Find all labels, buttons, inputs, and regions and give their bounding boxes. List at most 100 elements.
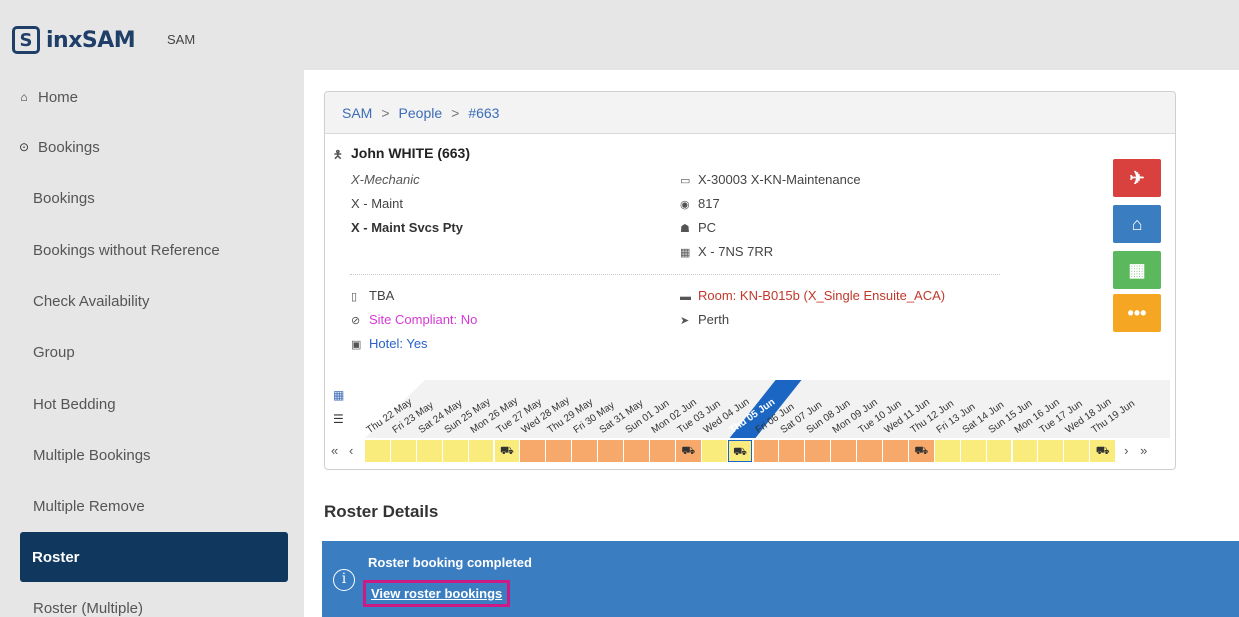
transport-car-icon[interactable]: ⛟ xyxy=(908,440,934,462)
breadcrumb: SAM > People > #663 xyxy=(325,92,1175,134)
room-row: ▬ Room: KN-B015b (X_Single Ensuite_ACA) xyxy=(680,288,945,303)
person-name-row: 🯅 John WHITE (663) xyxy=(333,145,470,165)
calendar-view-icon[interactable]: ▦ xyxy=(333,388,344,402)
accommodation-button[interactable]: ⌂ xyxy=(1113,205,1161,243)
breadcrumb-sam[interactable]: SAM xyxy=(342,105,372,121)
ellipsis-icon: ••• xyxy=(1127,302,1147,323)
roster-day-cell[interactable] xyxy=(1038,440,1064,462)
roster-day-cell[interactable] xyxy=(572,440,598,462)
person-panel: SAM > People > #663 🯅 John WHITE (663) X-… xyxy=(324,91,1176,470)
roster-day-cell[interactable] xyxy=(365,440,390,462)
info-icon: i xyxy=(333,569,355,591)
location-row: ➤ Perth xyxy=(680,312,729,327)
last-page-button[interactable]: » xyxy=(1140,440,1147,462)
roster-day-cell[interactable] xyxy=(520,440,546,462)
roster-row: ▦ X - 7NS 7RR xyxy=(680,244,773,259)
roster-day-cell[interactable] xyxy=(805,440,831,462)
hotel-row: ▣ Hotel: Yes xyxy=(351,336,428,351)
roster-alert: i Roster booking completed View roster b… xyxy=(322,541,1239,617)
roster-day-cell[interactable] xyxy=(468,440,494,462)
divider xyxy=(350,274,1000,275)
sidebar-item-label: Roster (Multiple) xyxy=(33,599,144,617)
sidebar-item-home[interactable]: ⌂ Home xyxy=(0,75,300,119)
person-icon: 🯅 xyxy=(333,149,343,161)
roster-day-cell[interactable] xyxy=(883,440,908,462)
first-page-button[interactable]: « xyxy=(331,440,338,462)
roster-day-cell[interactable] xyxy=(701,440,727,462)
transport-car-icon[interactable]: ⛟ xyxy=(675,440,701,462)
sidebar-item-bookings-without-reference[interactable]: Bookings without Reference xyxy=(0,228,300,272)
roster-day-cell[interactable] xyxy=(960,440,986,462)
sidebar-item-label: Multiple Remove xyxy=(33,497,145,515)
roster-day-cell[interactable] xyxy=(1012,440,1038,462)
group-value: PC xyxy=(698,220,717,235)
circle-arrow-icon: ⊙ xyxy=(18,140,30,154)
sidebar-item-multiple-bookings[interactable]: Multiple Bookings xyxy=(0,433,300,477)
hotel-icon: ▣ xyxy=(351,339,362,351)
transport-car-icon[interactable]: ⛟ xyxy=(1090,440,1116,462)
site-compliant-value: Site Compliant: No xyxy=(369,312,478,327)
breadcrumb-people[interactable]: People xyxy=(399,105,443,121)
room-value: Room: KN-B015b (X_Single Ensuite_ACA) xyxy=(698,288,946,303)
app-name: SAM xyxy=(167,32,196,47)
sidebar-item-roster-multiple[interactable]: Roster (Multiple) xyxy=(0,586,300,617)
flight-button[interactable]: ✈ xyxy=(1113,159,1161,197)
plane-check-icon: ✈ xyxy=(1129,167,1145,188)
views-row: ◉ 817 xyxy=(680,196,720,211)
roster-day-cell[interactable] xyxy=(831,440,857,462)
cost-centre-icon: ▭ xyxy=(680,175,691,187)
cost-centre-row: ▭ X-30003 X-KN-Maintenance xyxy=(680,172,861,187)
list-view-icon[interactable]: ☰ xyxy=(333,412,344,426)
calendar-refresh-icon: ▦ xyxy=(1128,259,1146,280)
sidebar-item-label: Check Availability xyxy=(33,292,150,310)
bed-icon: ▬ xyxy=(680,291,691,303)
breadcrumb-person-id[interactable]: #663 xyxy=(468,105,499,121)
roster-day-cell[interactable] xyxy=(598,440,623,462)
sidebar-item-multiple-remove[interactable]: Multiple Remove xyxy=(0,484,300,528)
more-options-button[interactable]: ••• xyxy=(1113,294,1161,332)
sidebar-item-label: Bookings xyxy=(38,138,100,156)
roster-value: X - 7NS 7RR xyxy=(698,244,774,259)
sidebar-item-label: Hot Bedding xyxy=(33,395,116,413)
sidebar-item-label: Bookings xyxy=(33,189,95,207)
transport-car-icon[interactable]: ⛟ xyxy=(727,440,753,462)
roster-day-cell[interactable] xyxy=(779,440,805,462)
app-logo[interactable]: S inxSAM xyxy=(12,26,136,54)
roster-day-cell[interactable] xyxy=(857,440,882,462)
sidebar-item-check-availability[interactable]: Check Availability xyxy=(0,279,300,323)
date-header: Thu 22 May Fri 23 May Sat 24 May Sun 25 May… xyxy=(365,380,1170,438)
roster-stripe: « ‹ ⛟ ⛟ ⛟ ⛟ ⛟ › » xyxy=(325,440,1175,462)
location-value: Perth xyxy=(698,312,730,327)
sidebar-item-label: Home xyxy=(38,88,79,106)
logo-text: inxSAM xyxy=(46,27,136,53)
cost-centre: X-30003 X-KN-Maintenance xyxy=(698,172,861,187)
roster-day-cell[interactable] xyxy=(934,440,960,462)
view-roster-bookings-link[interactable]: View roster bookings xyxy=(363,580,511,607)
roster-day-cell[interactable] xyxy=(649,440,675,462)
sidebar-item-hot-bedding[interactable]: Hot Bedding xyxy=(0,382,300,426)
roster-day-cell[interactable] xyxy=(442,440,468,462)
roster-calendar-button[interactable]: ▦ xyxy=(1113,251,1161,289)
site-compliant-row: ⊘ Site Compliant: No xyxy=(351,312,477,327)
roster-day-cell[interactable] xyxy=(1064,440,1090,462)
top-bar: S inxSAM SAM xyxy=(0,0,1239,66)
sidebar-item-bookings[interactable]: Bookings xyxy=(0,176,300,220)
roster-details-title: Roster Details xyxy=(324,502,439,521)
roster-day-cell[interactable] xyxy=(416,440,442,462)
prev-page-button[interactable]: ‹ xyxy=(349,440,353,462)
transport-car-icon[interactable]: ⛟ xyxy=(494,440,520,462)
person-company: X - Maint Svcs Pty xyxy=(351,220,463,235)
sidebar-item-roster[interactable]: Roster xyxy=(20,532,288,582)
main-content: SAM > People > #663 🯅 John WHITE (663) X-… xyxy=(304,70,1239,617)
sidebar-item-bookings-group[interactable]: ⊙ Bookings xyxy=(0,125,300,169)
roster-day-cell[interactable] xyxy=(546,440,572,462)
roster-day-cell[interactable] xyxy=(753,440,779,462)
sidebar-item-group[interactable]: Group xyxy=(0,330,300,374)
next-page-button[interactable]: › xyxy=(1124,440,1128,462)
roster-day-cell[interactable] xyxy=(624,440,649,462)
roster-day-cell[interactable] xyxy=(390,440,416,462)
mobile-icon: ▯ xyxy=(351,291,358,303)
roster-day-cell[interactable] xyxy=(986,440,1012,462)
hotel-value: Hotel: Yes xyxy=(369,336,428,351)
person-name: John WHITE (663) xyxy=(351,145,471,161)
